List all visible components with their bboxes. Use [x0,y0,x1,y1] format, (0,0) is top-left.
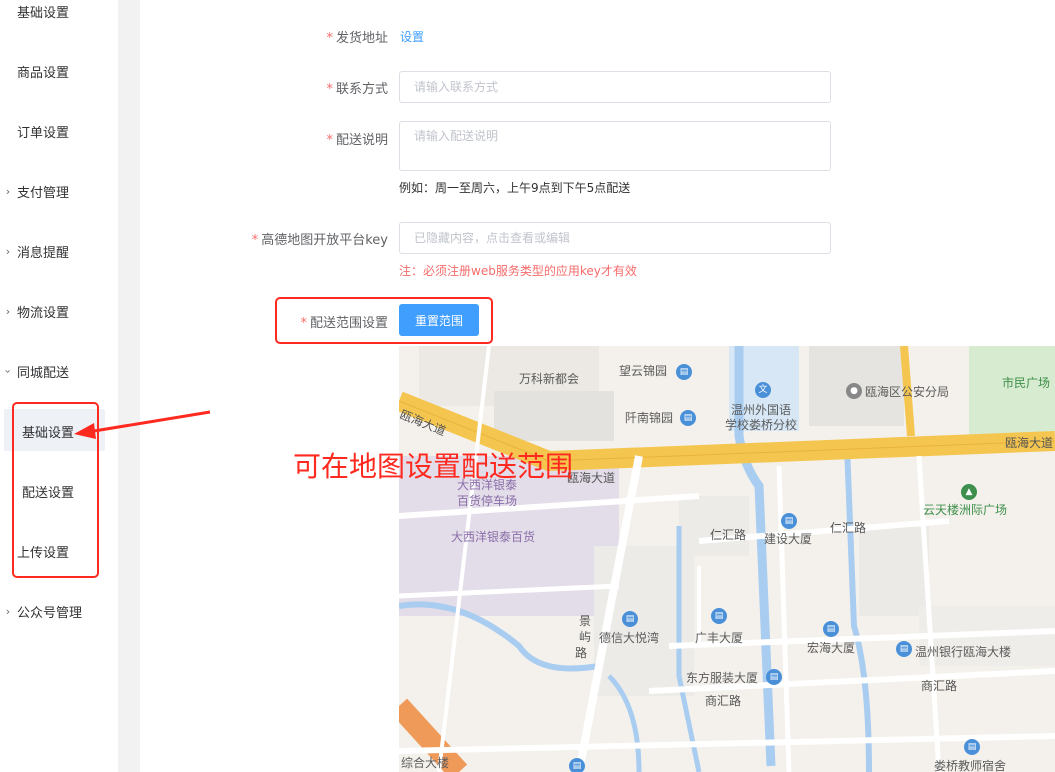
annotation-text: 可在地图设置配送范围 [293,450,574,483]
ship-address-set-link[interactable]: 设置 [400,28,424,45]
sidebar: 基础设置 商品设置 订单设置 › 支付管理 › 消息提醒 › 物流设置 › 同城… [0,0,118,772]
layout-gap [118,0,140,772]
building-icon: ▤ [964,739,980,755]
building-icon: ▤ [711,608,727,624]
sidebar-item-label: 同城配送 [17,365,70,381]
sidebar-item-order-settings[interactable]: 订单设置 [0,101,118,161]
sidebar-item-label: 基础设置 [17,5,70,21]
map-label-shanghui-road2: 商汇路 [921,679,958,693]
contact-label: * 联系方式 [326,78,388,97]
map-label-shanghui-road1: 商汇路 [705,694,742,708]
map-label-jingyu2: 屿 [579,630,592,644]
map-label-daxiyang-parking2: 百货停车场 [457,494,518,508]
map-label-zonghe: 综合大楼 [401,756,450,770]
building-icon: ▤ [680,410,696,426]
park-icon: ▲ [961,484,977,500]
sidebar-item-basic-settings[interactable]: 基础设置 [0,0,118,41]
annotation-box-range [275,297,493,344]
contact-input[interactable] [399,71,831,103]
required-mark: * [326,82,333,97]
required-mark: * [326,31,333,46]
label-text: 高德地图开放平台key [261,233,388,248]
amap-key-input[interactable] [399,222,831,254]
map-label-yuntian: 云天楼洲际广场 [923,503,1008,517]
delivery-note-hint: 例如：周一至周六，上午9点到下午5点配送 [399,181,631,195]
delivery-note-textarea[interactable] [399,121,831,171]
map-label-dexin: 德信大悦湾 [599,631,660,645]
sidebar-item-label: 公众号管理 [17,605,83,621]
map-label-school2: 学校娄桥分校 [725,418,798,432]
map-label-ouhai-road-right: 瓯海大道 [1005,436,1054,450]
map-label-renhui-road1: 仁汇路 [710,528,747,542]
map-label-dorm: 娄桥教师宿舍 [934,759,1007,772]
map-label-guangfeng: 广丰大厦 [695,631,744,645]
map-label-jingyu3: 路 [575,646,588,660]
required-mark: * [326,133,333,148]
map-label-dongfang: 东方服装大厦 [686,671,759,685]
chevron-right-icon: › [5,304,11,318]
map-label-police: 瓯海区公安分局 [865,385,950,399]
building-icon: ▤ [676,364,692,380]
map-label-jianshe: 建设大厦 [764,532,813,546]
delivery-note-label: * 配送说明 [326,129,388,148]
building-icon: ▤ [781,513,797,529]
amap-key-label: * 高德地图开放平台key [252,229,388,248]
sidebar-item-label: 消息提醒 [17,245,70,261]
sidebar-item-label: 商品设置 [17,65,70,81]
map-label-daxiyang: 大西洋银泰百货 [451,530,536,544]
building-icon: ▤ [896,641,912,657]
sidebar-item-label: 支付管理 [17,185,70,201]
chevron-right-icon: › [5,604,11,618]
sidebar-item-notifications[interactable]: › 消息提醒 [0,221,118,281]
school-icon: 文 [755,382,771,398]
map-label-wanke: 万科新都会 [519,372,580,386]
sidebar-item-logistics[interactable]: › 物流设置 [0,281,118,341]
chevron-right-icon: › [5,184,11,198]
annotation-arrow-icon [74,410,211,439]
sidebar-item-wechat-account[interactable]: › 公众号管理 [0,581,118,641]
required-mark: * [251,233,259,248]
map-label-wangyun: 望云锦园 [619,364,668,378]
building-icon: ▤ [569,758,585,772]
sidebar-item-label: 物流设置 [17,305,70,321]
map-label-square: 市民广场 [1002,376,1051,390]
map-label-qiannan: 阡南锦园 [625,411,674,425]
label-text: 发货地址 [335,31,388,46]
app-root: 基础设置 商品设置 订单设置 › 支付管理 › 消息提醒 › 物流设置 › 同城… [0,0,1055,772]
label-text: 配送说明 [335,133,388,148]
sidebar-item-product-settings[interactable]: 商品设置 [0,41,118,101]
map-label-ouhai-road-mid: 瓯海大道 [567,471,616,485]
police-icon: ● [846,383,862,399]
ship-address-label: * 发货地址 [326,27,388,46]
map-label-renhui-road2: 仁汇路 [830,521,867,535]
sidebar-item-payment[interactable]: › 支付管理 [0,161,118,221]
chevron-right-icon: › [5,244,11,258]
building-icon: ▤ [823,621,839,637]
label-text: 联系方式 [335,82,388,97]
map-label-honghai: 宏海大厦 [807,641,856,655]
delivery-range-map[interactable]: 万科新都会 望云锦园 ▤ 阡南锦园 ▤ 文 温州外国语 学校娄桥分校 ● 瓯海区… [399,346,1055,772]
map-label-wzbank: 温州银行瓯海大楼 [915,645,1012,659]
amap-key-warning: 注：必须注册web服务类型的应用key才有效 [399,264,637,278]
sidebar-item-label: 订单设置 [17,125,70,141]
building-icon: ▤ [766,669,782,685]
chevron-down-icon: › [1,368,15,374]
map-label-jingyu1: 景 [579,614,592,628]
sidebar-item-city-delivery[interactable]: › 同城配送 [0,341,118,401]
building-icon: ▤ [622,611,638,627]
